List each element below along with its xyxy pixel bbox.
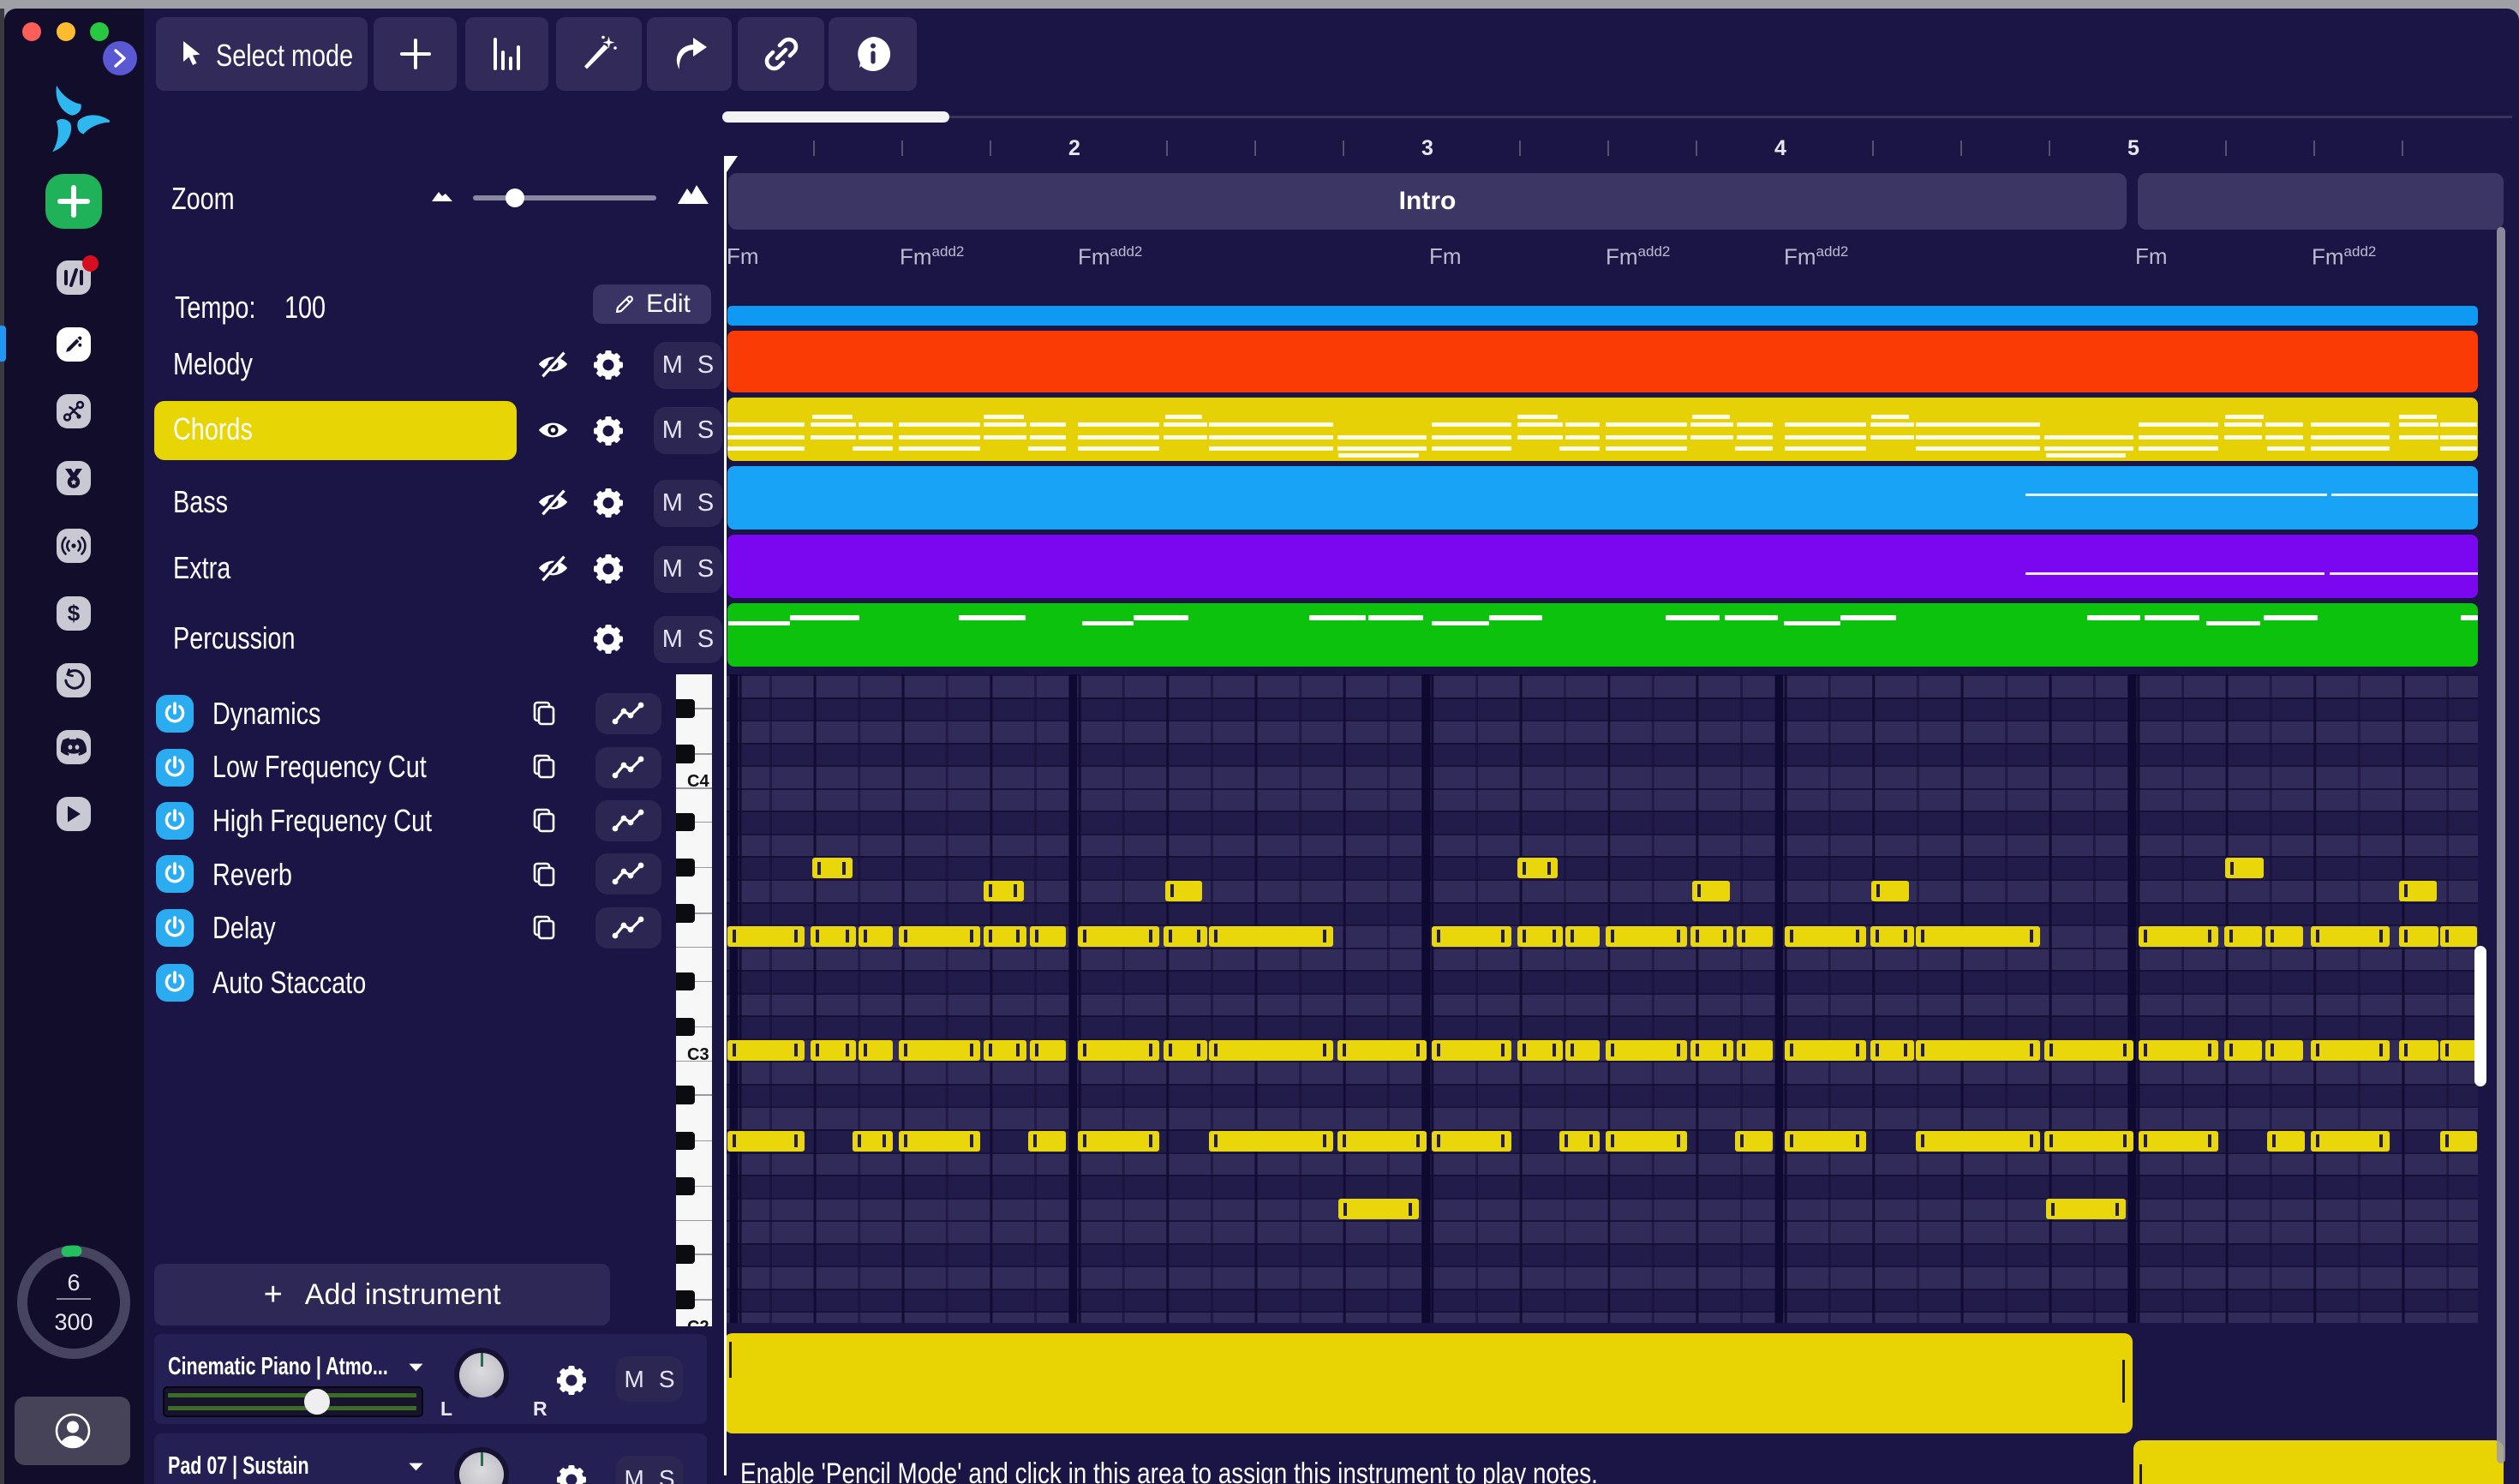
svg-text:$: $	[68, 601, 81, 625]
